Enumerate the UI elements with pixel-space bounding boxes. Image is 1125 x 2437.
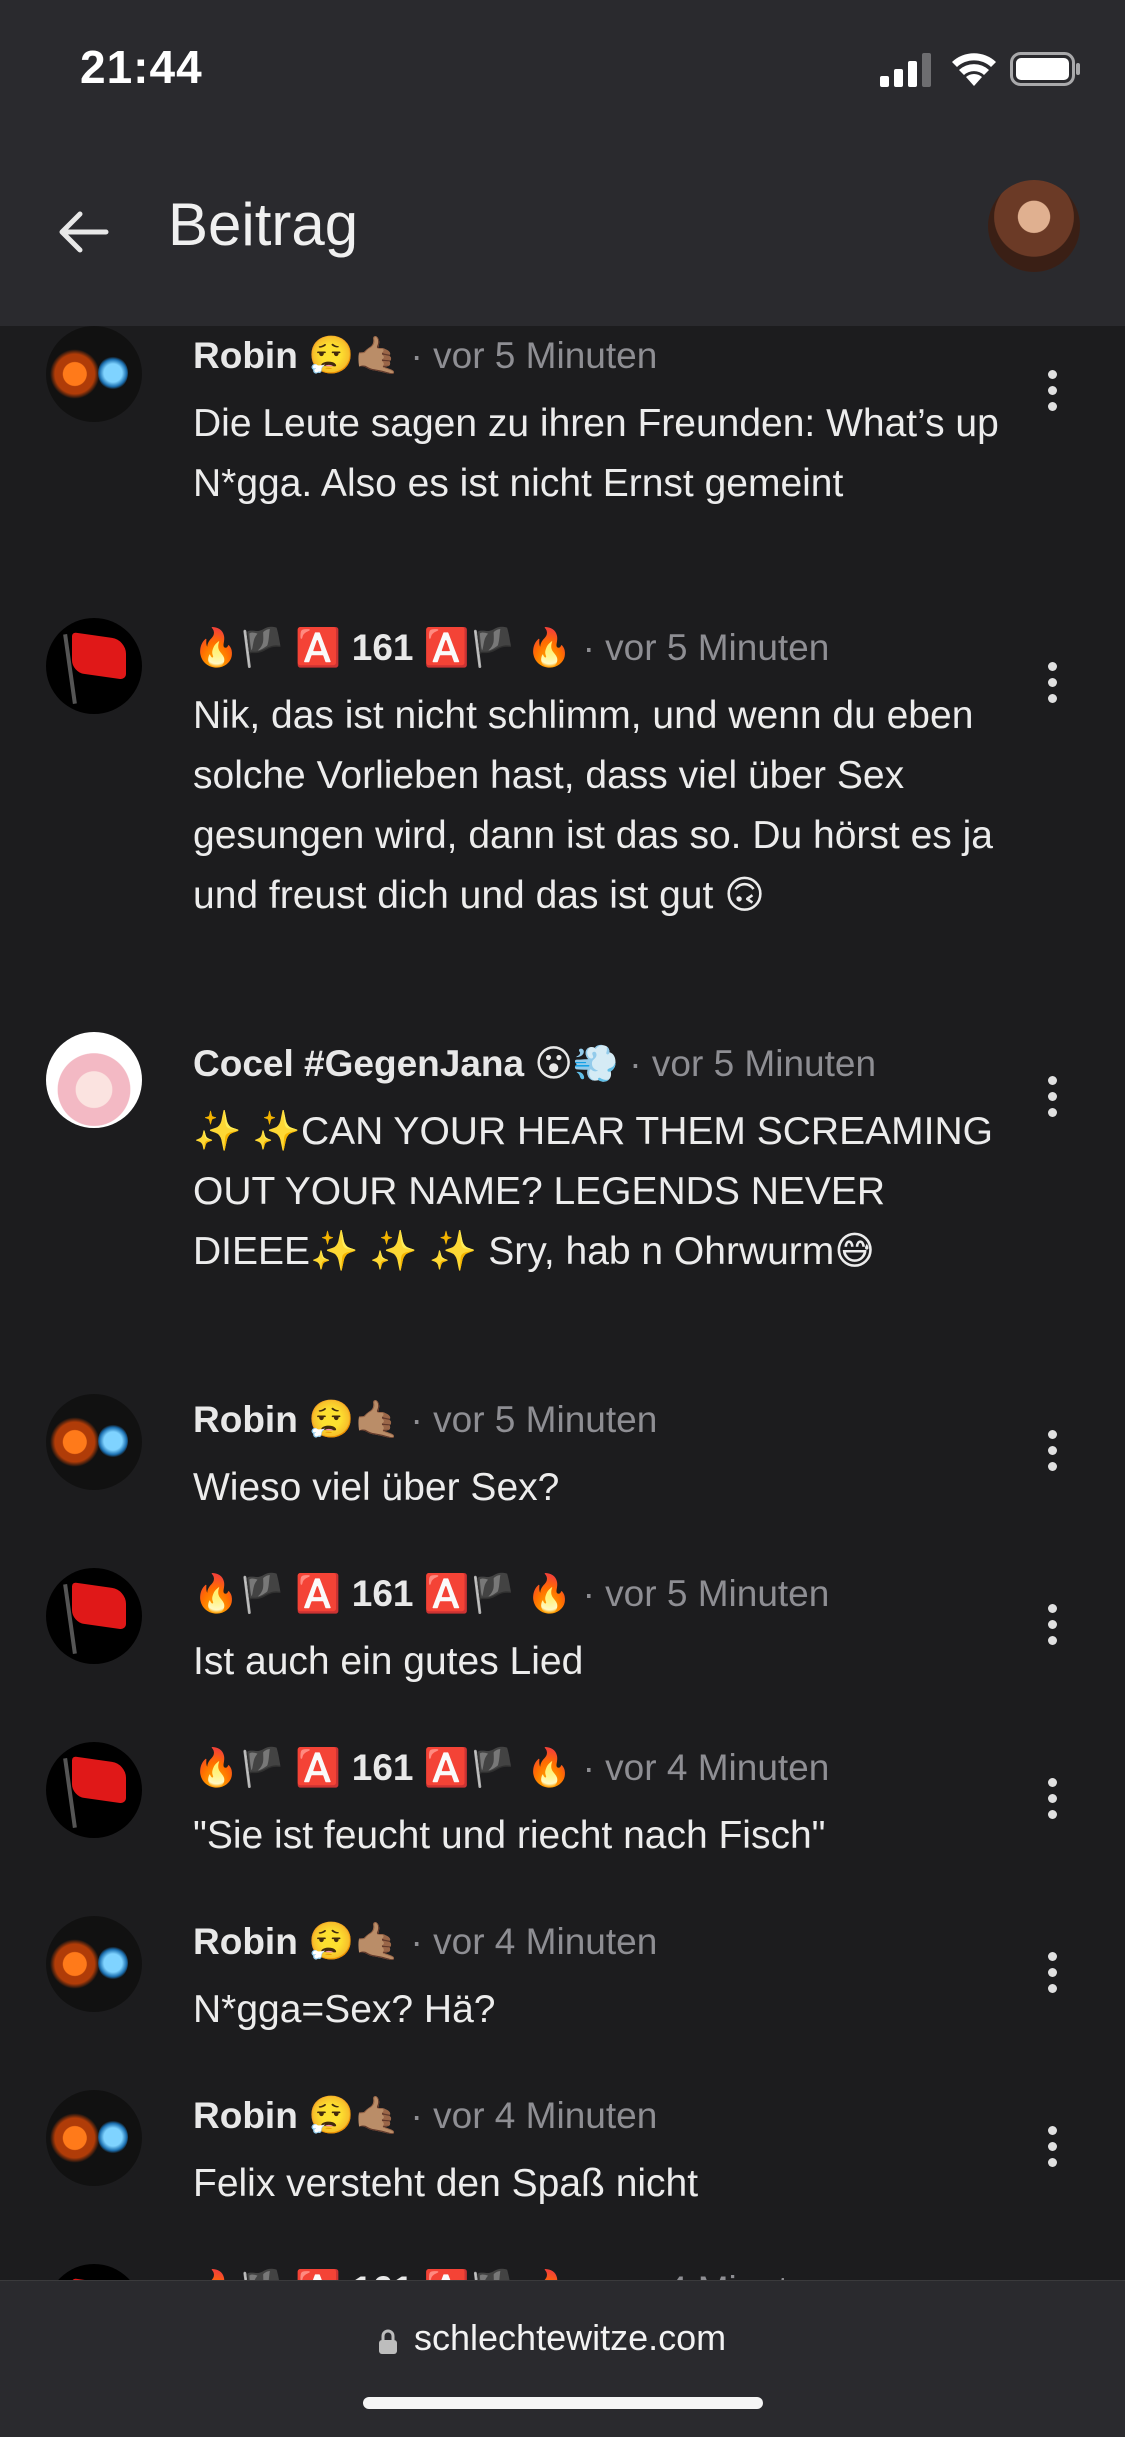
- comment-list[interactable]: Robin 😮‍💨🤙🏽 · vor 5 Minuten Die Leute sa…: [0, 326, 1125, 2280]
- browser-url-bar[interactable]: schlechtewitze.com: [0, 2280, 1125, 2437]
- comment-author[interactable]: 🔥🏴 🅰️ 161 🅰️🏴 🔥: [193, 2269, 572, 2280]
- comment-avatar[interactable]: [46, 1916, 142, 2012]
- comment-author[interactable]: 🔥🏴 🅰️ 161 🅰️🏴 🔥: [193, 627, 572, 668]
- more-options-icon[interactable]: [1040, 2126, 1064, 2174]
- wifi-icon: [952, 53, 996, 86]
- more-options-icon[interactable]: [1040, 662, 1064, 710]
- comment-timestamp: · vor 4 Minuten: [583, 2269, 830, 2280]
- comment-author[interactable]: Robin 😮‍💨🤙🏽: [193, 1399, 400, 1440]
- comment-text: Wieso viel über Sex?: [193, 1466, 560, 1509]
- battery-icon: [1010, 52, 1080, 86]
- page-title: Beitrag: [168, 191, 359, 258]
- comment-text: ✨ ✨CAN YOUR HEAR THEM SCREAMING OUT YOUR…: [193, 1110, 993, 1273]
- comment-author[interactable]: Robin 😮‍💨🤙🏽: [193, 1921, 400, 1962]
- comment-timestamp: · vor 4 Minuten: [582, 1747, 830, 1788]
- comment-text: Nik, das ist nicht schlimm, und wenn du …: [193, 694, 993, 917]
- comment-author[interactable]: Robin 😮‍💨🤙🏽: [193, 2095, 400, 2136]
- comment-timestamp: · vor 5 Minuten: [629, 1043, 877, 1084]
- back-arrow-icon[interactable]: [52, 200, 116, 264]
- more-options-icon[interactable]: [1040, 1778, 1064, 1826]
- comment-author[interactable]: Cocel #GegenJana 😮💨: [193, 1043, 619, 1084]
- comment-author[interactable]: Robin 😮‍💨🤙🏽: [193, 335, 400, 376]
- comment-timestamp: · vor 5 Minuten: [410, 1399, 658, 1440]
- comment-timestamp: · vor 4 Minuten: [410, 1921, 658, 1962]
- lock-icon: [379, 2329, 397, 2354]
- comment-text: Die Leute sagen zu ihren Freunden: What’…: [193, 402, 999, 505]
- comment-author[interactable]: 🔥🏴 🅰️ 161 🅰️🏴 🔥: [193, 1747, 572, 1788]
- more-options-icon[interactable]: [1040, 370, 1064, 418]
- user-profile-avatar[interactable]: [988, 180, 1080, 272]
- comment-timestamp: · vor 4 Minuten: [410, 2095, 658, 2136]
- comment-avatar[interactable]: [46, 2264, 142, 2280]
- comment-avatar[interactable]: [46, 1032, 142, 1128]
- comment-timestamp: · vor 5 Minuten: [582, 627, 830, 668]
- more-options-icon[interactable]: [1040, 1430, 1064, 1478]
- comment-avatar[interactable]: [46, 2090, 142, 2186]
- status-time: 21:44: [80, 41, 203, 93]
- comment-avatar[interactable]: [46, 326, 142, 422]
- comment-timestamp: · vor 5 Minuten: [582, 1573, 830, 1614]
- more-options-icon[interactable]: [1040, 1604, 1064, 1652]
- comment-text: Felix versteht den Spaß nicht: [193, 2162, 699, 2205]
- more-options-icon[interactable]: [1040, 1952, 1064, 2000]
- comment-timestamp: · vor 5 Minuten: [410, 335, 658, 376]
- app-header: Beitrag: [0, 140, 1125, 326]
- more-options-icon[interactable]: [1040, 1076, 1064, 1124]
- comment-author[interactable]: 🔥🏴 🅰️ 161 🅰️🏴 🔥: [193, 1573, 572, 1614]
- cellular-signal-icon: [880, 53, 931, 87]
- comment-avatar[interactable]: [46, 1568, 142, 1664]
- status-bar: 21:44: [0, 0, 1125, 140]
- comment-text: N*gga=Sex? Hä?: [193, 1988, 496, 2031]
- comment-text: Ist auch ein gutes Lied: [193, 1640, 584, 1683]
- url-text[interactable]: schlechtewitze.com: [414, 2317, 726, 2359]
- comment-text: "Sie ist feucht und riecht nach Fisch": [193, 1814, 826, 1857]
- comment-avatar[interactable]: [46, 618, 142, 714]
- home-indicator[interactable]: [363, 2397, 763, 2409]
- comment-avatar[interactable]: [46, 1394, 142, 1490]
- comment-avatar[interactable]: [46, 1742, 142, 1838]
